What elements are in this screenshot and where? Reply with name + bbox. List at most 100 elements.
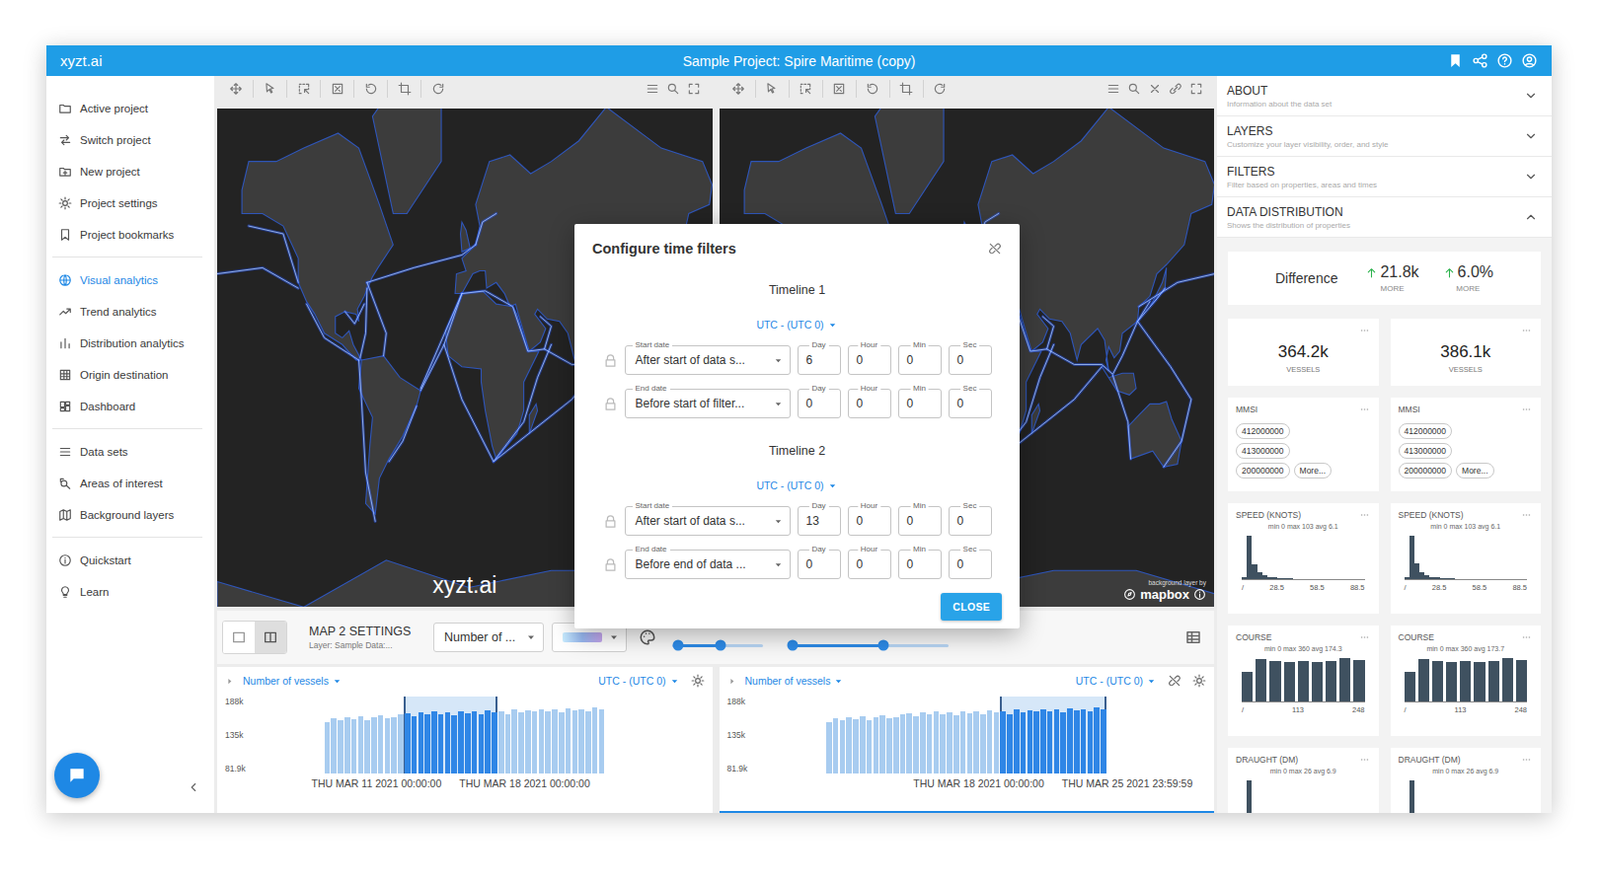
timeline-bar[interactable] [858,696,866,774]
timeline-bar[interactable] [470,696,478,774]
offset-field[interactable]: Hour0 [847,549,892,580]
timeline-bar[interactable] [370,696,378,774]
sidebar-item[interactable]: Project settings [52,187,203,220]
close-button[interactable] [1143,79,1165,98]
search-button[interactable] [1123,79,1144,98]
timeline-bar[interactable] [491,696,499,774]
timeline-bar[interactable] [417,696,425,774]
sidebar-item[interactable]: Switch project [52,124,203,156]
select-box-button[interactable] [286,79,320,98]
accordion-header[interactable]: LAYERSCustomize your layer visibility, o… [1217,116,1552,157]
card-menu-button[interactable] [1358,404,1372,415]
timeline-bar[interactable] [524,696,532,774]
timeline-bar[interactable] [1100,696,1108,774]
timeline-bar[interactable] [918,696,926,774]
rotate-right-button[interactable] [922,79,957,98]
offset-field[interactable]: Day13 [797,506,841,536]
timeline-bar[interactable] [323,696,331,774]
timeline-bar[interactable] [410,696,418,774]
offset-field[interactable]: Sec0 [948,549,992,580]
offset-field[interactable]: Hour0 [847,345,892,376]
account-button[interactable] [1520,52,1538,71]
timeline-bar[interactable] [357,696,365,774]
sidebar-item[interactable]: Trend analytics [52,296,203,328]
timeline-bar[interactable] [497,696,505,774]
pointer-button[interactable] [755,79,789,98]
slider-knob[interactable] [787,640,799,652]
timeline-bar[interactable] [845,696,853,774]
crop-button[interactable] [386,79,421,98]
timeline-bar[interactable] [337,696,345,774]
card-menu-button[interactable] [1520,755,1533,765]
timeline-bar[interactable] [1060,696,1067,774]
timeline-bar[interactable] [431,696,439,774]
sidebar-item[interactable]: Visual analytics [52,264,203,297]
range-slider[interactable] [792,635,949,656]
timeline-bar[interactable] [959,696,967,774]
mmsi-tag[interactable]: 413000000 [1235,443,1291,459]
card-menu-button[interactable] [1520,510,1533,521]
card-menu-button[interactable] [1358,325,1372,336]
timeline-bar[interactable] [1072,696,1080,774]
timeline-bar[interactable] [383,696,391,774]
offset-field[interactable]: Day0 [797,388,841,419]
timezone-select[interactable]: UTC - (UTC 0) [574,478,1020,493]
offset-field[interactable]: Day0 [797,549,841,580]
pointer-button[interactable] [252,79,287,98]
offset-field[interactable]: Sec0 [948,506,992,536]
sidebar-item[interactable]: Active project [52,92,203,125]
timeline-bar[interactable] [584,696,592,774]
timeline-bar[interactable] [403,696,411,774]
sidebar-item[interactable]: Quickstart [52,544,203,577]
timeline-metric[interactable]: Number of vessels [745,675,832,687]
timeline-bar[interactable] [397,696,405,774]
more-tag[interactable]: More... [1294,462,1332,479]
timezone-select[interactable]: UTC - (UTC 0) [1075,675,1143,687]
timeline-metric[interactable]: Number of vessels [242,675,329,687]
chat-button[interactable] [54,753,100,799]
mmsi-tag[interactable]: 413000000 [1398,443,1453,459]
timeline-bar[interactable] [557,696,565,774]
timeline-bar[interactable] [444,696,452,774]
timeline-bar[interactable] [979,696,987,774]
sidebar-item[interactable]: Dashboard [52,390,203,423]
deselect-box-button[interactable] [319,79,354,98]
timeline-bar[interactable] [1040,696,1048,774]
timeline-bar[interactable] [973,696,981,774]
timeline-bar[interactable] [939,696,947,774]
offset-field[interactable]: Hour0 [847,506,892,536]
bookmark-filled-button[interactable] [1446,52,1464,71]
card-menu-button[interactable] [1358,510,1372,521]
list-button[interactable] [1102,79,1124,98]
timeline-bar[interactable] [986,696,993,774]
timeline-bar[interactable] [350,696,358,774]
offset-field[interactable]: Min0 [898,549,942,580]
timeline-bar[interactable] [879,696,887,774]
sidebar-item[interactable]: Background layers [52,499,203,532]
mmsi-tag[interactable]: 412000000 [1235,423,1291,440]
timeline-bar[interactable] [437,696,445,774]
timeline-bar[interactable] [932,696,940,774]
mmsi-tag[interactable]: 200000000 [1235,462,1291,479]
sidebar-item[interactable]: Data sets [52,436,203,468]
palette-button[interactable] [638,628,657,647]
select-box-button[interactable] [788,79,823,98]
accordion-header[interactable]: ABOUTInformation about the data set [1217,76,1552,117]
timeline-bar[interactable] [424,696,432,774]
timeline-bar[interactable] [1046,696,1054,774]
card-menu-button[interactable] [1358,632,1372,643]
mmsi-tag[interactable]: 200000000 [1398,462,1453,479]
metric-dropdown[interactable]: Number of ... [433,622,544,653]
offset-field[interactable]: Sec0 [948,388,992,419]
timeline-bar[interactable] [564,696,572,774]
timeline-bar[interactable] [484,696,492,774]
timeline-bar[interactable] [511,696,519,774]
timeline-bar[interactable] [966,696,974,774]
timeline-bar[interactable] [1026,696,1034,774]
timeline-bar[interactable] [992,696,1000,774]
timeline-bar[interactable] [518,696,526,774]
range-slider[interactable] [672,635,763,656]
more-tag[interactable]: More... [1455,462,1494,479]
timeline-bar[interactable] [1006,696,1014,774]
timeline-bar[interactable] [913,696,920,774]
